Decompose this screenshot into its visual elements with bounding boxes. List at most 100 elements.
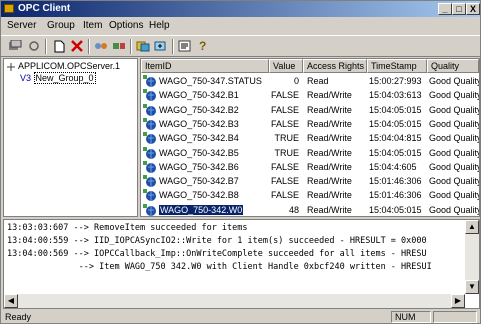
log-pane[interactable]: 13:03:03:607 --> RemoveItem succeeded fo… [3, 219, 480, 309]
cell-itemid: WAGO_750-342.B4 [159, 131, 269, 145]
cell-text: FALSE [270, 90, 299, 101]
table-row[interactable]: WAGO_750-342.B1 FALSE Read/Write 15:04:03:6… [141, 88, 479, 102]
item-globe-icon [143, 203, 156, 216]
server-properties-icon[interactable] [7, 39, 23, 53]
cell-access-rights: Read/Write [307, 160, 367, 174]
cell-itemid: WAGO_750-347.STATUS [159, 74, 269, 88]
minimize-button[interactable]: _ [438, 3, 452, 15]
table-row[interactable]: WAGO_750-342.B7 FALSE Read/Write 15:01:46:3… [141, 174, 479, 188]
cell-itemid: WAGO_750-342.B8 [159, 188, 269, 202]
svg-text:?: ? [199, 39, 206, 53]
status-panel-empty [433, 311, 477, 323]
cell-quality: Good Quality [429, 88, 479, 102]
table-row[interactable]: WAGO_750-342.B4 TRUE Read/Write 15:04:04:81… [141, 131, 479, 145]
add-item-icon[interactable] [153, 39, 169, 53]
items-list[interactable]: ItemID Value Access Rights TimeStamp Qua… [140, 58, 480, 217]
cell-text: 15:04:05:015 [369, 118, 422, 129]
menu-group[interactable]: Group [47, 20, 75, 31]
col-header-value[interactable]: Value [269, 59, 303, 73]
log-vertical-scrollbar[interactable]: ▲ ▼ [465, 220, 479, 294]
cell-access-rights: Read [307, 74, 367, 88]
title-bar[interactable]: OPC Client _ □ X [1, 1, 480, 17]
log-line: 13:04:00:569 --> IOPCCallback_Imp::OnWri… [7, 249, 427, 259]
refresh-icon[interactable] [26, 39, 42, 53]
menu-item[interactable]: Item [83, 20, 102, 31]
item-globe-icon [143, 175, 156, 188]
connect-icon[interactable] [93, 39, 109, 53]
new-icon[interactable] [51, 39, 67, 53]
log-line: 13:03:03:607 --> RemoveItem succeeded fo… [7, 223, 248, 233]
cell-text: TRUE [274, 133, 300, 144]
cell-text: Good Quality [429, 161, 479, 172]
log-horizontal-scrollbar[interactable]: ◀ ▶ [4, 294, 465, 308]
col-header-itemid[interactable]: ItemID [141, 59, 269, 73]
cell-text: 0 [293, 76, 299, 86]
menu-help[interactable]: Help [149, 20, 170, 31]
scroll-down-icon[interactable]: ▼ [465, 280, 479, 294]
cell-value: TRUE [269, 146, 300, 160]
cell-text: 15:01:46:306 [369, 176, 422, 187]
cell-text: Good Quality [429, 104, 479, 115]
server-tree[interactable]: APPLICOM.OPCServer.1 V3 New_Group_0 [3, 58, 138, 217]
col-header-timestamp[interactable]: TimeStamp [367, 59, 427, 73]
table-row[interactable]: WAGO_750-347.STATUS 0 Read 15:00:27:993 Good… [141, 74, 479, 88]
cell-timestamp: 15:04:05:015 [369, 117, 427, 131]
properties-icon[interactable] [177, 39, 193, 53]
group-icon[interactable] [135, 39, 151, 53]
cell-text: Read/Write [307, 104, 352, 115]
cell-text: 48 [288, 204, 299, 215]
cell-text: TRUE [274, 147, 300, 158]
col-header-access-rights[interactable]: Access Rights [303, 59, 367, 73]
cell-quality: Good Quality [429, 103, 479, 117]
help-icon[interactable]: ? [195, 39, 211, 53]
scroll-right-icon[interactable]: ▶ [451, 294, 465, 308]
close-button[interactable]: X [466, 3, 480, 15]
cell-text: 15:00:27:993 [369, 76, 422, 86]
cell-text: WAGO_750-342.B7 [159, 176, 239, 187]
maximize-button[interactable]: □ [452, 3, 466, 15]
cell-text: Read/Write [307, 176, 352, 187]
cell-itemid: WAGO_750-342.B7 [159, 174, 269, 188]
cell-text: Good Quality [429, 76, 479, 86]
disconnect-icon[interactable] [111, 39, 127, 53]
col-header-quality[interactable]: Quality [427, 59, 479, 73]
cell-text: 15:04:05:015 [369, 104, 422, 115]
table-row[interactable]: WAGO_750-342.B8 FALSE Read/Write 15:01:46:3… [141, 188, 479, 202]
tree-node-server[interactable]: APPLICOM.OPCServer.1 [6, 61, 120, 72]
cell-text: 15:04:05:015 [369, 147, 422, 158]
item-globe-icon [143, 103, 156, 116]
cell-quality: Good Quality [429, 203, 479, 216]
table-row[interactable]: WAGO_750-342.B6 FALSE Read/Write 15:04:4:60… [141, 160, 479, 174]
scroll-left-icon[interactable]: ◀ [4, 294, 18, 308]
table-row[interactable]: WAGO_750-342.B3 FALSE Read/Write 15:04:05:0… [141, 117, 479, 131]
cell-quality: Good Quality [429, 160, 479, 174]
menu-bar: Server Group Item Options Help [1, 18, 480, 34]
table-row[interactable]: WAGO_750-342.W0 48 Read/Write 15:04:05:015 G… [141, 203, 479, 216]
status-text: Ready [5, 312, 32, 322]
table-row[interactable]: WAGO_750-342.B5 TRUE Read/Write 15:04:05:01… [141, 146, 479, 160]
menu-server[interactable]: Server [7, 20, 36, 31]
cell-itemid: WAGO_750-342.B3 [159, 117, 269, 131]
server-name: APPLICOM.OPCServer.1 [18, 61, 121, 71]
cell-text: 15:04:4:605 [369, 161, 417, 172]
cell-access-rights: Read/Write [307, 88, 367, 102]
scroll-up-icon[interactable]: ▲ [465, 220, 479, 234]
cell-access-rights: Read/Write [307, 103, 367, 117]
cell-value: FALSE [269, 188, 299, 202]
group-prefix: V3 [20, 73, 32, 83]
cell-value: FALSE [269, 117, 299, 131]
cell-text: Good Quality [429, 176, 479, 187]
tree-node-group[interactable]: V3 New_Group_0 [20, 72, 96, 84]
cell-text: Good Quality [429, 90, 479, 101]
cell-text: 15:04:05:015 [369, 204, 422, 215]
cell-timestamp: 15:00:27:993 [369, 74, 427, 88]
cell-text: WAGO_750-342.B8 [159, 190, 239, 201]
menu-options[interactable]: Options [109, 20, 143, 31]
cell-text: WAGO_750-342.B3 [159, 118, 239, 129]
cell-value: FALSE [269, 160, 299, 174]
cell-timestamp: 15:04:4:605 [369, 160, 427, 174]
table-row[interactable]: WAGO_750-342.B2 FALSE Read/Write 15:04:05:0… [141, 103, 479, 117]
delete-icon[interactable] [69, 39, 85, 53]
cell-access-rights: Read/Write [307, 203, 367, 216]
item-globe-icon [143, 117, 156, 130]
